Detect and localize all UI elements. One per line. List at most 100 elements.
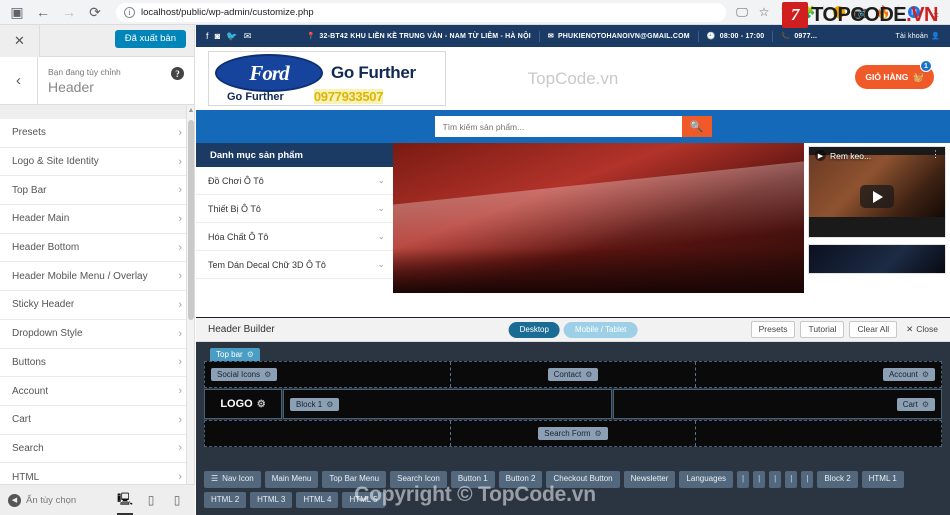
category-item-hoa-chat-o-to[interactable]: Hóa Chất Ô Tô ⌄ bbox=[196, 223, 393, 251]
sidebar-item-header-bottom[interactable]: Header Bottom › bbox=[0, 234, 194, 263]
reload-icon[interactable]: ⟳ bbox=[82, 0, 108, 25]
palette-item-languages[interactable]: Languages bbox=[679, 471, 734, 488]
sidebar-item-dropdown-style[interactable]: Dropdown Style › bbox=[0, 320, 194, 349]
builder-logo-chip[interactable]: LOGO ⚙ bbox=[220, 398, 265, 410]
builder-cell-main-right[interactable]: Cart ⚙ bbox=[613, 389, 942, 419]
forward-arrow-icon[interactable]: → bbox=[56, 0, 82, 25]
sidebar-item-search[interactable]: Search › bbox=[0, 435, 194, 464]
hide-controls-button[interactable]: ◀ Ẩn tùy chọn bbox=[0, 493, 76, 507]
scrollbar-thumb[interactable] bbox=[188, 120, 194, 320]
sidebar-item-cart[interactable]: Cart › bbox=[0, 406, 194, 435]
tab-search-icon[interactable]: ▣ bbox=[4, 0, 30, 25]
shield-icon[interactable]: ⛨ bbox=[776, 2, 796, 22]
palette-item-html-4[interactable]: HTML 4 bbox=[296, 491, 339, 508]
builder-item-social-icons[interactable]: Social Icons ⚙ bbox=[211, 368, 278, 381]
site-logo[interactable]: Ford Go Further Go Further 0977933507 bbox=[208, 51, 446, 106]
gear-icon[interactable]: ⚙ bbox=[326, 400, 333, 409]
category-item-thiet-bi-o-to[interactable]: Thiết Bị Ô Tô ⌄ bbox=[196, 195, 393, 223]
device-toggle-desktop[interactable]: Desktop bbox=[508, 321, 560, 338]
palette-item-divider-2[interactable]: | bbox=[753, 471, 766, 488]
video-card-secondary[interactable] bbox=[808, 244, 946, 274]
gear-icon[interactable]: ⚙ bbox=[257, 399, 266, 410]
row-tab-top-bar[interactable]: Top bar ⚙ bbox=[210, 348, 260, 361]
gear-icon[interactable]: ⚙ bbox=[922, 400, 929, 409]
back-arrow-icon[interactable]: ← bbox=[30, 0, 56, 25]
extension-badge-orange-icon[interactable] bbox=[829, 2, 849, 22]
palette-item-html-3[interactable]: HTML 3 bbox=[250, 491, 293, 508]
builder-item-search-form[interactable]: Search Form ⚙ bbox=[538, 427, 608, 440]
close-customizer-button[interactable]: ✕ bbox=[0, 24, 40, 57]
sidebar-item-buttons[interactable]: Buttons › bbox=[0, 349, 194, 378]
palette-item-block-2[interactable]: Block 2 bbox=[817, 471, 858, 488]
builder-cell-bottom-left[interactable] bbox=[205, 421, 451, 446]
sidebar-item-header-mobile-menu-overlay[interactable]: Header Mobile Menu / Overlay › bbox=[0, 262, 194, 292]
play-icon[interactable] bbox=[860, 185, 894, 208]
palette-item-divider-3[interactable]: | bbox=[769, 471, 782, 488]
palette-item-button-1[interactable]: Button 1 bbox=[450, 471, 495, 488]
sidebar-scrollbar[interactable]: ▲ ▼ bbox=[186, 106, 194, 515]
device-toggle-mobile-tablet[interactable]: Mobile / Tablet bbox=[563, 321, 638, 338]
palette-item-html-2[interactable]: HTML 2 bbox=[204, 491, 247, 508]
palette-item-html-5[interactable]: HTML 5 bbox=[342, 491, 385, 508]
sidebar-item-account[interactable]: Account › bbox=[0, 377, 194, 406]
builder-cell-topbar-center[interactable]: Contact ⚙ bbox=[451, 362, 697, 387]
builder-item-account[interactable]: Account ⚙ bbox=[882, 368, 936, 381]
extension-icon[interactable]: 🧩 bbox=[798, 2, 818, 22]
gear-icon[interactable]: ⚙ bbox=[264, 370, 271, 379]
sidebar-item-top-bar[interactable]: Top Bar › bbox=[0, 176, 194, 206]
publish-button[interactable]: Đã xuất bản bbox=[114, 30, 186, 48]
video-card[interactable]: ▶ Rem keo... ⋮ bbox=[808, 146, 946, 238]
palette-item-divider-1[interactable]: | bbox=[737, 471, 750, 488]
builder-item-logo[interactable]: LOGO ⚙ bbox=[204, 389, 282, 419]
builder-cell-main-left[interactable]: Block 1 ⚙ bbox=[283, 389, 612, 419]
palette-item-checkout-button[interactable]: Checkout Button bbox=[546, 471, 620, 488]
back-button[interactable]: ‹ bbox=[0, 56, 38, 105]
phone-item[interactable]: 📞 0977... bbox=[781, 32, 817, 41]
palette-item-button-2[interactable]: Button 2 bbox=[498, 471, 543, 488]
builder-item-contact[interactable]: Contact ⚙ bbox=[547, 368, 599, 381]
gear-icon[interactable]: ⚙ bbox=[585, 370, 592, 379]
builder-cell-bottom-center[interactable]: Search Form ⚙ bbox=[451, 421, 697, 446]
help-icon[interactable]: ? bbox=[171, 67, 184, 80]
facebook-icon[interactable]: f bbox=[206, 31, 209, 41]
palette-item-top-bar-menu[interactable]: Top Bar Menu bbox=[322, 471, 387, 488]
sidebar-item-sticky-header[interactable]: Sticky Header › bbox=[0, 291, 194, 320]
device-mobile-button[interactable]: ▯ bbox=[165, 485, 189, 515]
star-icon[interactable]: ☆ bbox=[754, 2, 774, 22]
device-desktop-button[interactable]: 🖳 bbox=[113, 485, 137, 515]
sidebar-item-presets[interactable]: Presets › bbox=[0, 119, 194, 148]
email-item[interactable]: ✉ PHUKIENOTOHANOIVN@GMAIL.COM bbox=[548, 32, 690, 41]
twitter-icon[interactable]: 🐦 bbox=[226, 31, 237, 42]
close-builder-button[interactable]: ✕ Close bbox=[902, 322, 942, 337]
account-link[interactable]: Tài khoản 👤 bbox=[896, 32, 940, 41]
builder-item-cart[interactable]: Cart ⚙ bbox=[896, 397, 935, 411]
screenshot-extension-icon[interactable]: 📷 bbox=[851, 2, 871, 22]
kebab-menu-icon[interactable]: ⋮ bbox=[931, 150, 940, 159]
palette-item-divider-4[interactable]: | bbox=[785, 471, 798, 488]
palette-item-divider-5[interactable]: | bbox=[801, 471, 814, 488]
builder-cell-bottom-right[interactable] bbox=[696, 421, 941, 446]
address-bar[interactable]: i localhost/public/wp-admin/customize.ph… bbox=[116, 2, 726, 22]
instagram-icon[interactable]: ◙ bbox=[215, 31, 221, 41]
palette-item-main-menu[interactable]: Main Menu bbox=[264, 471, 319, 488]
builder-cell-topbar-left[interactable]: Social Icons ⚙ bbox=[205, 362, 451, 387]
palette-item-search-icon[interactable]: Search Icon bbox=[390, 471, 447, 488]
category-item-do-choi-o-to[interactable]: Đồ Chơi Ô Tô ⌄ bbox=[196, 167, 393, 195]
email-icon[interactable]: ✉ bbox=[244, 31, 252, 42]
palette-item-html-1[interactable]: HTML 1 bbox=[861, 471, 904, 488]
device-tablet-button[interactable]: ▯ bbox=[139, 485, 163, 515]
cart-button[interactable]: GIỎ HÀNG 🧺 1 bbox=[855, 60, 934, 89]
palette-item-nav-icon[interactable]: ☰ Nav Icon bbox=[204, 471, 261, 488]
clear-all-button[interactable]: Clear All bbox=[849, 320, 898, 339]
scroll-up-icon[interactable]: ▲ bbox=[187, 106, 195, 116]
profile-avatar-icon[interactable]: N bbox=[904, 2, 924, 22]
sidebar-item-logo-site-identity[interactable]: Logo & Site Identity › bbox=[0, 148, 194, 177]
palette-item-newsletter[interactable]: Newsletter bbox=[623, 471, 676, 488]
builder-item-block-1[interactable]: Block 1 ⚙ bbox=[290, 397, 340, 411]
hero-banner-image[interactable] bbox=[393, 143, 804, 293]
search-submit-button[interactable]: 🔍 bbox=[681, 116, 712, 137]
flame-extension-icon[interactable]: 🔥 bbox=[873, 2, 893, 22]
sidebar-item-header-main[interactable]: Header Main › bbox=[0, 205, 194, 234]
download-icon[interactable]: ⤓ bbox=[926, 2, 946, 22]
gear-icon[interactable]: ⚙ bbox=[247, 350, 254, 359]
